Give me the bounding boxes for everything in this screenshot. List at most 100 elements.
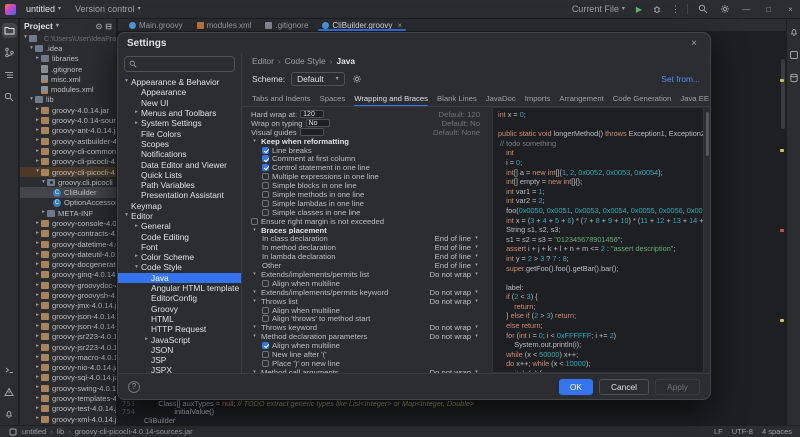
- project-widget[interactable]: untitled ▾: [22, 3, 65, 15]
- settings-tree-item[interactable]: ▸General: [118, 221, 241, 231]
- project-tree-item[interactable]: ▾untitledC:\Users\User\IdeaProjects\unti…: [20, 33, 116, 43]
- settings-tree-item[interactable]: Presentation Assistant: [118, 190, 241, 200]
- checkbox[interactable]: [262, 147, 269, 154]
- option-combo[interactable]: In class declarationEnd of line▾: [249, 234, 488, 243]
- option-check[interactable]: Align when multiline: [249, 341, 488, 350]
- code-preview-pane[interactable]: int x = 0; public static void longerMeth…: [492, 107, 704, 373]
- settings-tree-item[interactable]: ▾Code Style: [118, 262, 241, 272]
- warning-stripe-mark[interactable]: [780, 319, 784, 322]
- status-breadcrumb-item[interactable]: groovy-cli-picocli-4.0.14-sources.jar: [75, 427, 193, 436]
- run-button[interactable]: ▶: [636, 5, 642, 14]
- search-everywhere-button[interactable]: [695, 2, 710, 17]
- option-check[interactable]: Line breaks: [249, 146, 488, 155]
- option-combo[interactable]: OtherEnd of line▾: [249, 261, 488, 270]
- checkbox[interactable]: [262, 155, 269, 162]
- project-tree-item[interactable]: ▸groovy-templates-4.0.14.jar: [20, 393, 116, 403]
- settings-tree-item[interactable]: File Colors: [118, 128, 241, 138]
- settings-tree-item[interactable]: JSON: [118, 345, 241, 355]
- option-gcombo[interactable]: ▾Extends/implements/permits keywordDo no…: [249, 288, 488, 297]
- status-widget[interactable]: LF: [714, 427, 723, 436]
- settings-tree-item[interactable]: ▸Color Scheme: [118, 252, 241, 262]
- option-check[interactable]: Place ')' on new line: [249, 359, 488, 368]
- option-field[interactable]: Wrap on typingNoDefault: No: [249, 119, 488, 128]
- structure-tool-icon[interactable]: [2, 67, 17, 82]
- option-check[interactable]: Ensure right margin is not exceeded: [249, 217, 488, 226]
- select-opened-file-icon[interactable]: ⊙: [96, 22, 103, 31]
- project-tree-item[interactable]: ▸groovy-dateutil-4.0.14.jar: [20, 249, 116, 259]
- vcs-widget[interactable]: Version control ▾: [71, 3, 145, 15]
- project-tree-item[interactable]: ▸groovy-ant-4.0.14.jar: [20, 126, 116, 136]
- settings-tree-item[interactable]: EditorConfig: [118, 293, 241, 303]
- checkbox[interactable]: [262, 173, 269, 180]
- project-tree-item[interactable]: ▸groovy-astbuilder-4.0.14.jar: [20, 136, 116, 146]
- project-tree-item[interactable]: ▸groovy-jsr223-4.0.14-sources.jar: [20, 342, 116, 352]
- combo-selector[interactable]: Do not wrap▾: [430, 297, 488, 306]
- checkbox[interactable]: [262, 209, 269, 216]
- option-check[interactable]: Multiple expressions in one line: [249, 172, 488, 181]
- checkbox[interactable]: [251, 218, 258, 225]
- scheme-selector[interactable]: Default ▾: [291, 72, 345, 86]
- option-check[interactable]: Simple blocks in one line: [249, 181, 488, 190]
- warning-stripe-mark[interactable]: [780, 79, 784, 82]
- settings-tree-item[interactable]: HTTP Request: [118, 324, 241, 334]
- settings-search-input[interactable]: [140, 60, 230, 69]
- checkbox[interactable]: [262, 342, 269, 349]
- settings-tree-item[interactable]: Groovy: [118, 304, 241, 314]
- project-tree-item[interactable]: ▸groovy-cli-picocli-4.0.14.jar: [20, 157, 116, 167]
- terminal-tool-icon[interactable]: [2, 362, 17, 377]
- scheme-actions-icon[interactable]: [351, 73, 363, 85]
- checkbox[interactable]: [262, 351, 269, 358]
- warning-stripe-mark[interactable]: [780, 149, 784, 152]
- checkbox[interactable]: [262, 182, 269, 189]
- checkbox[interactable]: [262, 164, 269, 171]
- window-close-button[interactable]: ×: [783, 0, 798, 18]
- project-tree-item[interactable]: ▸libraries: [20, 54, 116, 64]
- code-style-tab[interactable]: Code Generation: [613, 94, 672, 106]
- settings-tree-item[interactable]: Keymap: [118, 201, 241, 211]
- project-tree-item[interactable]: ▸groovy-groovysh-4.0.14.jar: [20, 290, 116, 300]
- option-check[interactable]: Simple methods in one line: [249, 190, 488, 199]
- dialog-close-icon[interactable]: ×: [687, 38, 701, 49]
- option-check[interactable]: Align when multiline: [249, 306, 488, 315]
- commit-tool-icon[interactable]: [2, 45, 17, 60]
- project-tree-item[interactable]: ▸groovy-swing-4.0.14.jar: [20, 383, 116, 393]
- project-tree-item[interactable]: ▸groovy-groovydoc-4.0.14.jar: [20, 280, 116, 290]
- option-gcombo[interactable]: ▾Throws listDo not wrap▾: [249, 297, 488, 306]
- project-tree-item[interactable]: ▾groovy-cli-picocli-4.0.14-sources.jar: [20, 167, 116, 177]
- settings-search-box[interactable]: [124, 56, 235, 72]
- project-tree-item[interactable]: ▸groovy-jmx-4.0.14.jar: [20, 301, 116, 311]
- project-tree-item[interactable]: CliBuilder: [20, 187, 116, 197]
- project-tree-item[interactable]: ▾lib: [20, 95, 116, 105]
- problems-tool-icon[interactable]: [2, 384, 17, 399]
- checkbox[interactable]: [262, 360, 269, 367]
- combo-selector[interactable]: End of line▾: [435, 234, 488, 243]
- code-style-tab[interactable]: Java EE Names: [680, 94, 710, 106]
- settings-tree-item[interactable]: ▸Menus and Toolbars: [118, 108, 241, 118]
- combo-selector[interactable]: Do not wrap▾: [430, 270, 488, 279]
- project-tree-item[interactable]: ▸groovy-cli-commons-4.0.14.jar: [20, 146, 116, 156]
- run-configuration-selector[interactable]: Current File ▾: [568, 3, 629, 15]
- option-field[interactable]: Visual guidesDefault: None: [249, 128, 488, 137]
- gradle-tool-icon[interactable]: [786, 47, 800, 62]
- help-icon[interactable]: ?: [128, 381, 140, 393]
- editor-breadcrumb-item[interactable]: CliBuilder: [144, 416, 175, 425]
- settings-tree-item[interactable]: JSPX: [118, 365, 241, 373]
- settings-tree-item[interactable]: New UI: [118, 98, 241, 108]
- combo-selector[interactable]: Do not wrap▾: [430, 323, 488, 332]
- project-tree-item[interactable]: ▾groovy.cli.picocli: [20, 177, 116, 187]
- find-tool-icon[interactable]: [2, 89, 17, 104]
- breadcrumb-item[interactable]: Editor: [252, 56, 274, 66]
- status-widget[interactable]: 4 spaces: [762, 427, 792, 436]
- set-from-link[interactable]: Set from...: [661, 74, 700, 84]
- option-field[interactable]: [300, 128, 324, 136]
- checkbox[interactable]: [262, 280, 269, 287]
- project-tree-item[interactable]: ▸META-INF: [20, 208, 116, 218]
- option-check[interactable]: Simple lambdas in one line: [249, 199, 488, 208]
- settings-tree-item[interactable]: ▾Editor: [118, 211, 241, 221]
- combo-selector[interactable]: End of line▾: [435, 243, 488, 252]
- option-check[interactable]: Simple classes in one line: [249, 208, 488, 217]
- project-tree-item[interactable]: ▸groovy-console-4.0.14.jar: [20, 218, 116, 228]
- editor-tab[interactable]: Main.groovy: [122, 19, 190, 31]
- combo-selector[interactable]: End of line▾: [435, 252, 488, 261]
- tab-close-icon[interactable]: ×: [397, 21, 402, 30]
